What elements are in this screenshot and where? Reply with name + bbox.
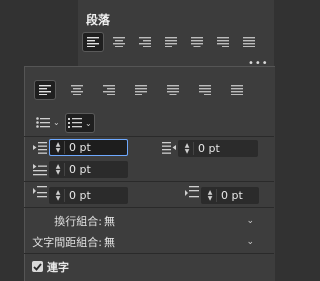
space-after-field[interactable]: ▲ ▼ 0 pt — [201, 187, 259, 204]
chevron-down-icon: ⌄ — [53, 117, 60, 127]
justify-last-left-button[interactable] — [160, 32, 182, 52]
left-indent-icon — [33, 142, 47, 154]
justify-last-right-button[interactable] — [212, 32, 234, 52]
divider — [24, 136, 274, 137]
justify-last-left-icon — [135, 85, 147, 95]
justify-last-center-button[interactable] — [186, 32, 208, 52]
divider — [24, 207, 274, 208]
divider — [24, 181, 274, 182]
first-line-indent-icon — [33, 164, 47, 176]
panel-title: 段落 — [86, 13, 111, 27]
composer-value: 無 — [104, 214, 115, 228]
hyphenation-label[interactable]: 連字 — [47, 259, 69, 275]
align-center-icon — [71, 85, 83, 95]
hyphenation-checkbox[interactable] — [32, 261, 43, 272]
first-line-indent-value[interactable]: 0 pt — [69, 163, 91, 176]
stepper-icon[interactable]: ▲ ▼ — [52, 141, 65, 154]
divider — [24, 253, 274, 254]
justify-all-button[interactable] — [238, 32, 260, 52]
left-indent-value[interactable]: 0 pt — [69, 141, 91, 154]
bulleted-list-button[interactable]: ⌄ — [36, 113, 60, 131]
align-center-icon — [113, 37, 125, 47]
align-right-icon — [103, 85, 115, 95]
checkmark-icon — [33, 262, 42, 271]
alignment-row — [34, 80, 248, 100]
chevron-down-icon: ⌄ — [246, 215, 254, 226]
justify-last-right-icon — [199, 85, 211, 95]
mojikumi-value: 無 — [104, 235, 115, 249]
space-after-icon — [185, 186, 199, 198]
align-left-button[interactable] — [34, 80, 56, 100]
stepper-icon[interactable]: ▲ ▼ — [181, 142, 194, 155]
chevron-down-icon: ⌄ — [246, 236, 254, 247]
numbered-list-icon — [68, 118, 82, 128]
right-indent-field[interactable]: ▲ ▼ 0 pt — [178, 140, 258, 157]
align-left-button[interactable] — [82, 32, 104, 52]
space-before-value[interactable]: 0 pt — [69, 189, 91, 202]
align-center-button[interactable] — [108, 32, 130, 52]
stepper-icon[interactable]: ▲ ▼ — [52, 189, 65, 202]
align-left-icon — [87, 37, 99, 47]
justify-all-icon — [231, 85, 243, 95]
justify-all-button[interactable] — [226, 80, 248, 100]
align-left-icon — [39, 85, 51, 95]
align-center-button[interactable] — [66, 80, 88, 100]
align-right-button[interactable] — [98, 80, 120, 100]
space-before-icon — [33, 186, 47, 198]
mojikumi-label: 文字間距組合: — [32, 236, 102, 249]
justify-last-left-button[interactable] — [130, 80, 152, 100]
mojikumi-dropdown[interactable]: 無 ⌄ — [104, 233, 256, 250]
composer-label: 換行組合: — [54, 215, 102, 228]
background-alignment-row — [82, 32, 260, 52]
justify-all-icon — [243, 37, 255, 47]
justify-last-left-icon — [165, 37, 177, 47]
chevron-down-icon: ⌄ — [85, 118, 92, 128]
justify-last-right-button[interactable] — [194, 80, 216, 100]
align-right-icon — [139, 37, 151, 47]
stepper-icon[interactable]: ▲ ▼ — [204, 189, 217, 202]
right-indent-value[interactable]: 0 pt — [198, 142, 220, 155]
justify-last-right-icon — [217, 37, 229, 47]
bulleted-list-icon — [36, 116, 50, 128]
justify-last-center-button[interactable] — [162, 80, 184, 100]
space-after-value[interactable]: 0 pt — [221, 189, 243, 202]
right-indent-icon — [162, 142, 176, 154]
first-line-indent-field[interactable]: ▲ ▼ 0 pt — [49, 161, 128, 178]
align-right-button[interactable] — [134, 32, 156, 52]
justify-last-center-icon — [191, 37, 203, 47]
numbered-list-button[interactable]: ⌄ — [65, 113, 95, 133]
space-before-field[interactable]: ▲ ▼ 0 pt — [49, 187, 128, 204]
stepper-icon[interactable]: ▲ ▼ — [52, 163, 65, 176]
justify-last-center-icon — [167, 85, 179, 95]
composer-dropdown[interactable]: 無 ⌄ — [104, 212, 256, 229]
left-indent-field[interactable]: ▲ ▼ 0 pt — [49, 139, 128, 156]
